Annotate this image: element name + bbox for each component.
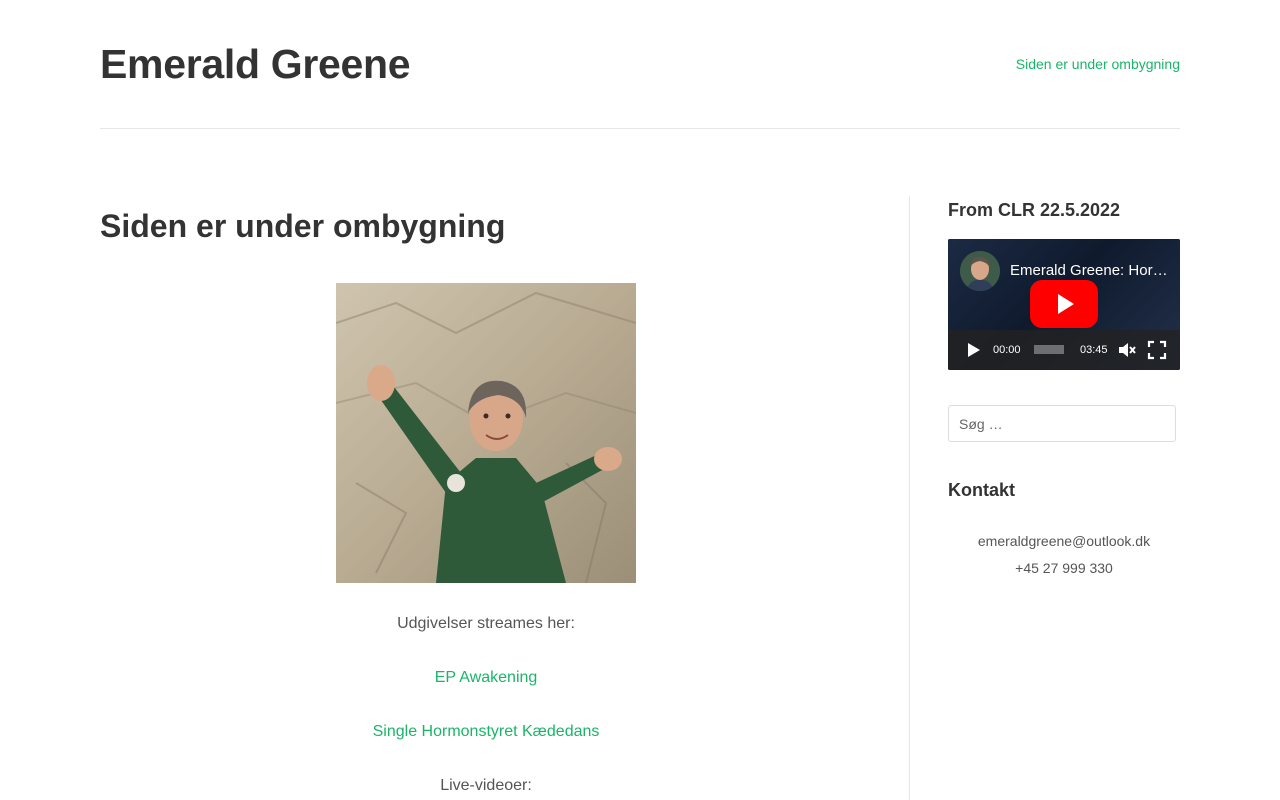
site-title[interactable]: Emerald Greene — [100, 42, 411, 86]
video-controls-bar: 00:00 03:45 — [948, 330, 1180, 370]
streaming-intro-text: Udgivelser streames her: — [397, 615, 575, 632]
current-time: 00:00 — [993, 344, 1021, 356]
youtube-play-button[interactable] — [1030, 280, 1098, 328]
contact-phone[interactable]: +45 27 999 330 — [948, 560, 1180, 576]
nav-item-under-ombygning[interactable]: Siden er under ombygning — [1016, 56, 1180, 72]
ep-awakening-link[interactable]: EP Awakening — [236, 668, 736, 688]
sidebar-divider — [909, 196, 910, 800]
single-hormonstyret-link[interactable]: Single Hormonstyret Kædedans — [236, 722, 736, 742]
channel-avatar[interactable] — [960, 251, 1000, 291]
video-title[interactable]: Emerald Greene: Hormonstyret Kædedans — [1010, 262, 1170, 280]
portrait-photo — [336, 283, 636, 583]
mute-icon[interactable] — [1117, 340, 1137, 360]
search-input[interactable] — [948, 405, 1176, 442]
channel-avatar-image — [960, 251, 1000, 291]
video-widget-title: From CLR 22.5.2022 — [948, 200, 1121, 220]
live-videos-heading: Live-videoer: — [440, 777, 532, 794]
duration-time: 03:45 — [1080, 344, 1108, 356]
contact-widget-title: Kontakt — [948, 480, 1015, 500]
progress-scrubber[interactable] — [1034, 345, 1064, 354]
portrait-photo-image — [336, 283, 636, 583]
header-divider — [100, 128, 1180, 129]
contact-email[interactable]: emeraldgreene@outlook.dk — [948, 533, 1180, 549]
video-player[interactable]: Emerald Greene: Hormonstyret Kædedans 00… — [948, 239, 1180, 370]
page-title: Siden er under ombygning — [100, 208, 506, 244]
play-icon[interactable] — [968, 343, 980, 357]
fullscreen-icon[interactable] — [1147, 340, 1167, 360]
